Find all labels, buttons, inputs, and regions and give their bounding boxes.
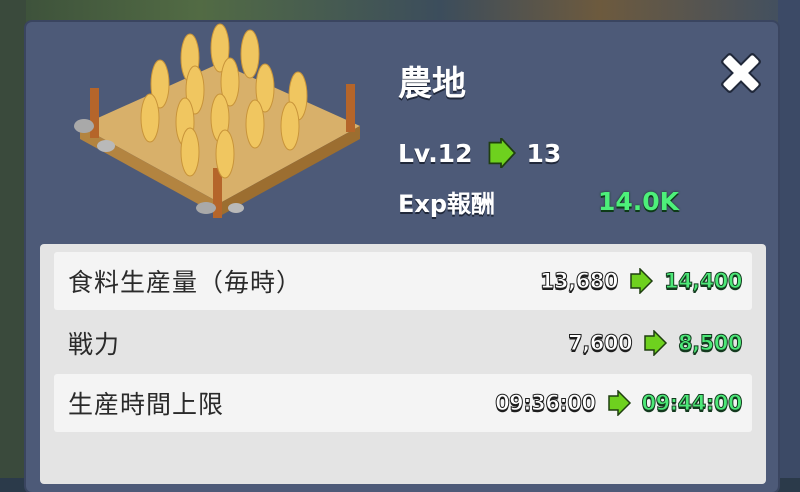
game-background-left (0, 0, 26, 478)
stat-next: 14,400 (663, 269, 743, 294)
building-name: 農地 (398, 64, 466, 104)
stat-row-power: 戦力 7,600 8,500 (54, 314, 752, 372)
level-next: 13 (526, 138, 562, 168)
stat-next: 8,500 (678, 331, 743, 356)
stat-next: 09:44:00 (641, 391, 743, 416)
exp-value: 14.0K (598, 186, 680, 216)
arrow-right-icon (489, 138, 517, 168)
stat-label: 生産時間上限 (68, 390, 225, 419)
stat-row-food: 食料生産量（毎時） 13,680 14,400 (54, 252, 752, 310)
close-button[interactable] (716, 48, 766, 98)
exp-label: Exp報酬 (398, 189, 496, 218)
arrow-right-icon (630, 268, 654, 294)
stat-current: 7,600 (568, 331, 633, 356)
stat-row-time-cap: 生産時間上限 09:36:00 09:44:00 (54, 374, 752, 432)
level-row: Lv.12 13 (398, 136, 561, 170)
level-current: Lv.12 (398, 138, 473, 168)
exp-row: Exp報酬 14.0K (398, 184, 679, 218)
stats-panel: 食料生産量（毎時） 13,680 14,400 戦力 7,600 8,500 生… (40, 244, 766, 484)
wheat-farm-icon (74, 23, 360, 218)
arrow-right-icon (644, 330, 668, 356)
stat-current: 09:36:00 (495, 391, 597, 416)
stat-label: 食料生産量（毎時） (68, 268, 303, 297)
game-background-right (778, 0, 800, 478)
stat-label: 戦力 (68, 330, 121, 359)
stat-current: 13,680 (539, 269, 619, 294)
close-icon (721, 53, 761, 93)
arrow-right-icon (607, 390, 631, 416)
